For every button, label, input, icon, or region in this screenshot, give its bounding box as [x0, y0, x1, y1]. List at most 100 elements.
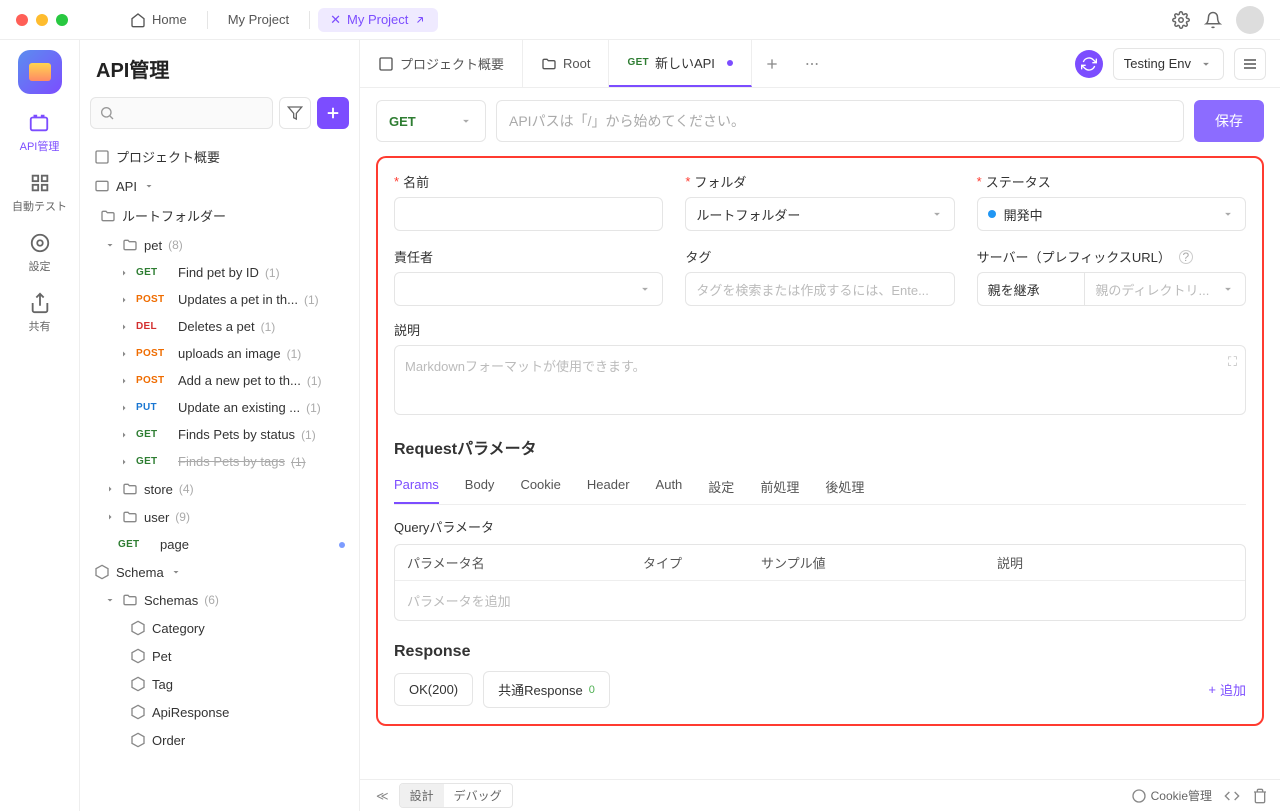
status-select[interactable]: 開発中	[977, 197, 1246, 231]
close-icon[interactable]: ✕	[330, 12, 341, 28]
tree-schemas-folder[interactable]: Schemas (6)	[90, 586, 349, 614]
app-logo[interactable]	[18, 50, 62, 94]
tree-api-item[interactable]: DEL Deletes a pet (1)	[90, 313, 349, 340]
bell-icon[interactable]	[1204, 11, 1222, 29]
response-common-chip[interactable]: 共通Response 0	[483, 671, 610, 708]
method-select[interactable]: GET	[376, 100, 486, 142]
add-tab-button[interactable]	[752, 56, 792, 72]
folder-select[interactable]: ルートフォルダー	[685, 197, 954, 231]
tab-overview[interactable]: プロジェクト概要	[360, 40, 523, 87]
env-select[interactable]: Testing Env	[1113, 48, 1224, 80]
tree-project-overview[interactable]: プロジェクト概要	[90, 141, 349, 172]
param-tab[interactable]: Header	[587, 469, 630, 504]
collapse-button[interactable]: ≪	[372, 787, 393, 805]
add-response-button[interactable]: + 追加	[1208, 680, 1246, 699]
tree-label: Deletes a pet	[178, 319, 255, 334]
minimize-window[interactable]	[36, 14, 48, 26]
tree-api-item[interactable]: GET Finds Pets by status (1)	[90, 421, 349, 448]
tree-api-item[interactable]: GET Find pet by ID (1)	[90, 259, 349, 286]
rail-label: 自動テスト	[12, 198, 67, 214]
tree-count: (1)	[287, 347, 302, 361]
tree-schema-item[interactable]: Tag	[90, 670, 349, 698]
caret-right-icon	[118, 402, 130, 414]
response-ok-chip[interactable]: OK(200)	[394, 673, 473, 706]
tree-api-item[interactable]: GET Finds Pets by tags (1)	[90, 448, 349, 475]
search-input[interactable]	[90, 97, 273, 129]
caret-right-icon	[118, 429, 130, 441]
title-tab-home[interactable]: Home	[118, 8, 199, 32]
field-name: *名前	[394, 172, 663, 231]
tree-api-item[interactable]: POST Add a new pet to th... (1)	[90, 367, 349, 394]
gear-icon[interactable]	[1172, 11, 1190, 29]
maximize-window[interactable]	[56, 14, 68, 26]
tree-folder-pet[interactable]: pet (8)	[90, 231, 349, 259]
code-icon[interactable]	[1224, 788, 1240, 804]
toggle-design[interactable]: 設計	[400, 784, 444, 807]
url-input[interactable]: APIパスは「/」から始めてください。	[496, 100, 1184, 142]
tree-count: (4)	[179, 482, 194, 496]
rail-settings[interactable]: 設定	[29, 232, 51, 274]
tree-label: Pet	[152, 649, 172, 664]
title-tab-project[interactable]: My Project	[216, 8, 301, 31]
field-label-text: ステータス	[986, 172, 1051, 191]
caret-down-icon	[104, 594, 116, 606]
param-tab[interactable]: Auth	[656, 469, 683, 504]
param-tab[interactable]: Params	[394, 469, 439, 504]
tree-schema-item[interactable]: Pet	[90, 642, 349, 670]
rail-autotest[interactable]: 自動テスト	[12, 172, 67, 214]
tree-api-item[interactable]: PUT Update an existing ... (1)	[90, 394, 349, 421]
name-input[interactable]	[394, 197, 663, 231]
save-button[interactable]: 保存	[1194, 100, 1264, 142]
rail-share[interactable]: 共有	[29, 292, 51, 334]
trash-icon[interactable]	[1252, 788, 1268, 804]
expand-icon[interactable]: ⛶	[1228, 354, 1237, 370]
tags-input[interactable]: タグを検索または作成するには、Ente...	[685, 272, 954, 306]
tab-new-api[interactable]: GET 新しいAPI	[609, 40, 751, 87]
title-tab-project-active[interactable]: ✕ My Project	[318, 8, 438, 32]
tree-api-item[interactable]: POST Updates a pet in th... (1)	[90, 286, 349, 313]
server-inherit[interactable]: 親を継承	[977, 272, 1085, 306]
tree-folder-store[interactable]: store (4)	[90, 475, 349, 503]
tree-api-page[interactable]: GET page	[90, 531, 349, 558]
desc-placeholder: Markdownフォーマットが使用できます。	[405, 359, 646, 374]
close-window[interactable]	[16, 14, 28, 26]
param-tab[interactable]: 後処理	[825, 469, 864, 504]
refresh-button[interactable]	[1075, 50, 1103, 78]
caret-down-icon	[143, 180, 155, 192]
param-tab[interactable]: 設定	[708, 469, 734, 504]
cookie-manage[interactable]: Cookie管理	[1131, 787, 1212, 804]
tree-schema-item[interactable]: Order	[90, 726, 349, 754]
filter-button[interactable]	[279, 97, 311, 129]
rail-api[interactable]: API管理	[20, 112, 60, 154]
design-debug-toggle[interactable]: 設計 デバッグ	[399, 783, 513, 808]
method-badge: GET	[136, 267, 172, 278]
chevron-down-icon	[930, 207, 944, 221]
more-button[interactable]	[792, 56, 832, 72]
tree-count: (1)	[261, 320, 276, 334]
param-tab[interactable]: 前処理	[760, 469, 799, 504]
param-add-row[interactable]: パラメータを追加	[395, 581, 1245, 620]
tree-api[interactable]: API	[90, 172, 349, 200]
tree-root-folder[interactable]: ルートフォルダー	[90, 200, 349, 231]
param-tab[interactable]: Body	[465, 469, 495, 504]
url-row: GET APIパスは「/」から始めてください。 保存	[376, 100, 1264, 142]
description-input[interactable]: Markdownフォーマットが使用できます。 ⛶	[394, 345, 1246, 415]
owner-select[interactable]	[394, 272, 663, 306]
status-value: 開発中	[1004, 205, 1043, 224]
menu-icon	[1242, 56, 1258, 72]
toggle-debug[interactable]: デバッグ	[444, 784, 512, 807]
help-icon[interactable]: ?	[1179, 250, 1193, 264]
param-tab[interactable]: Cookie	[520, 469, 560, 504]
server-select[interactable]: 親のディレクトリ...	[1084, 272, 1246, 306]
tree-schema-item[interactable]: ApiResponse	[90, 698, 349, 726]
tab-root[interactable]: Root	[523, 40, 609, 87]
tab-label: プロジェクト概要	[400, 54, 504, 73]
param-placeholder: パラメータを追加	[407, 594, 511, 609]
tree-schema-item[interactable]: Category	[90, 614, 349, 642]
menu-button[interactable]	[1234, 48, 1266, 80]
tree-schema-group[interactable]: Schema	[90, 558, 349, 586]
tree-folder-user[interactable]: user (9)	[90, 503, 349, 531]
add-button[interactable]	[317, 97, 349, 129]
avatar[interactable]	[1236, 6, 1264, 34]
tree-api-item[interactable]: POST uploads an image (1)	[90, 340, 349, 367]
